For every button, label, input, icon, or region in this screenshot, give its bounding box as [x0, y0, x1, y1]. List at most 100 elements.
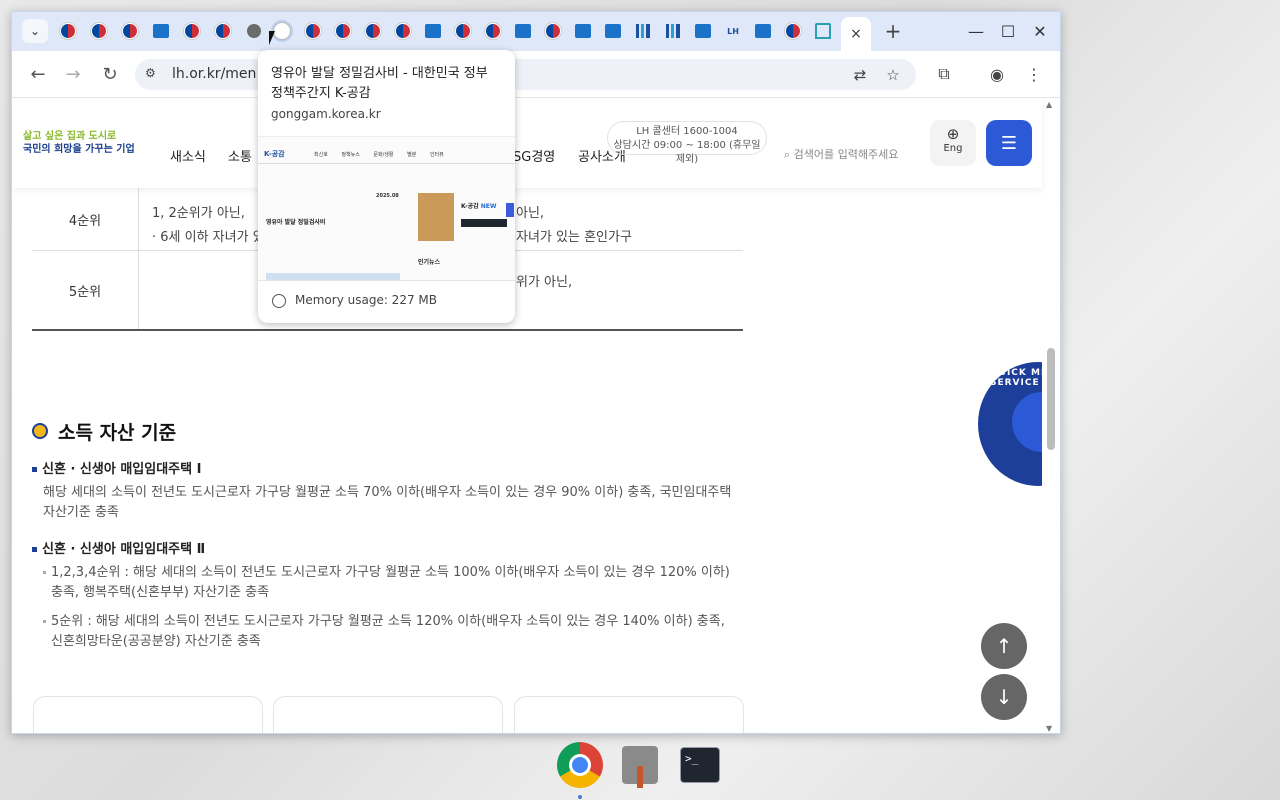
info-card[interactable]	[514, 696, 744, 733]
minimize-button[interactable]: —	[964, 20, 988, 42]
scroll-up-arrow-icon[interactable]: ▲	[1046, 100, 1052, 109]
lh-logo-icon: LH	[727, 26, 739, 36]
terminal-app[interactable]: >_	[675, 740, 725, 790]
tab-home[interactable]	[812, 20, 834, 42]
scroll-up-button[interactable]: ↑	[981, 623, 1027, 669]
bookmark-star-icon[interactable]: ☆	[883, 65, 903, 85]
tab-gov[interactable]	[212, 20, 234, 42]
dev-tool-icon	[622, 746, 658, 788]
item1-text: 해당 세대의 소득이 전년도 도시근로자 가구당 월평균 소득 70% 이하(배…	[43, 485, 732, 520]
logo-line1: 살고 싶은 집과 도시로	[23, 131, 117, 142]
hover-card-memory: Memory usage: 227 MB	[295, 293, 437, 307]
call-center-number: LH 콜센터 1600-1004	[636, 126, 738, 137]
info-card[interactable]	[33, 696, 263, 733]
scroll-down-arrow-icon[interactable]: ▼	[1046, 724, 1052, 733]
globe-icon: ⊕	[946, 125, 960, 143]
tab-gov[interactable]	[362, 20, 384, 42]
browser-toolbar: ← → ↻ ⚙ lh.or.kr/men ⇄ ☆ ⧉ ◉ ⋮	[12, 51, 1060, 98]
info-card[interactable]	[273, 696, 503, 733]
tab-gov[interactable]	[782, 20, 804, 42]
site-info-icon[interactable]: ⚙	[145, 66, 161, 82]
tab-gov[interactable]	[452, 20, 474, 42]
reload-button[interactable]: ↻	[98, 62, 122, 86]
forward-button[interactable]: →	[61, 62, 85, 86]
page-content: 살고 싶은 집과 도시로 국민의 희망을 가꾸는 기업 새소식 소통 SG경영 …	[12, 98, 1060, 733]
tab-blue[interactable]	[512, 20, 534, 42]
tab-search-button[interactable]: ⌄	[22, 19, 48, 43]
active-tab[interactable]: ×	[841, 17, 871, 51]
menu-dots-icon[interactable]: ⋮	[1022, 62, 1046, 86]
profile-icon[interactable]: ◉	[985, 62, 1009, 86]
tab-blue[interactable]	[422, 20, 444, 42]
korea-gov-icon	[395, 23, 411, 39]
blue-site-icon	[153, 24, 169, 38]
rank-cell: 5순위	[32, 251, 139, 329]
translate-icon[interactable]: ⇄	[850, 65, 870, 85]
tab-gov[interactable]	[88, 20, 110, 42]
nav-esg[interactable]: SG경영	[513, 146, 555, 165]
tab-globe[interactable]	[243, 20, 265, 42]
scroll-thumb[interactable]	[1047, 348, 1055, 450]
language-button[interactable]: ⊕ Eng	[930, 120, 976, 166]
close-tab-icon[interactable]: ×	[850, 26, 862, 42]
close-window-button[interactable]: ✕	[1028, 20, 1052, 42]
globe-icon	[247, 24, 261, 38]
item2-title: 신혼 · 신생아 매입임대주택 Ⅱ	[32, 538, 205, 557]
rank-cell: 4순위	[32, 188, 139, 250]
tab-gov[interactable]	[482, 20, 504, 42]
tab-blue[interactable]	[692, 20, 714, 42]
page-scrollbar[interactable]: ▲ ▼	[1042, 98, 1060, 733]
item2-bullet: 5순위 : 해당 세대의 소득이 전년도 도시근로자 가구당 월평균 소득 12…	[43, 612, 733, 652]
nav-news[interactable]: 새소식	[170, 146, 206, 165]
tab-gov[interactable]	[392, 20, 414, 42]
section-title-dot-icon	[32, 423, 48, 439]
nav-communication[interactable]: 소통	[228, 146, 252, 165]
site-header: 살고 싶은 집과 도시로 국민의 희망을 가꾸는 기업 새소식 소통 SG경영 …	[12, 98, 1042, 188]
tab-gov[interactable]	[119, 20, 141, 42]
site-menu-button[interactable]: ☰	[986, 120, 1032, 166]
tab-blue[interactable]	[150, 20, 172, 42]
terminal-icon: >_	[680, 747, 720, 783]
new-tab-button[interactable]: +	[882, 19, 904, 43]
tab-lh[interactable]: LH	[722, 20, 744, 42]
korea-gov-icon	[455, 23, 471, 39]
tab-gov[interactable]	[181, 20, 203, 42]
cell-text: 자녀가 있는 혼인가구	[516, 230, 632, 245]
chrome-icon	[557, 742, 603, 788]
bars-site-icon	[636, 24, 650, 38]
korea-gov-icon	[184, 23, 200, 39]
search-input[interactable]: 검색어를 입력해주세요	[794, 148, 899, 161]
section-title: 소득 자산 기준	[58, 422, 177, 444]
language-label: Eng	[943, 143, 963, 154]
back-button[interactable]: ←	[26, 62, 50, 86]
tab-strip: ⌄ LH × + — ☐ ✕	[12, 12, 1060, 51]
tab-gov[interactable]	[57, 20, 79, 42]
home-icon	[815, 23, 831, 39]
square-bullet-icon	[32, 547, 37, 552]
cell-text: 아닌,	[516, 206, 545, 221]
tab-blue[interactable]	[602, 20, 624, 42]
scroll-down-button[interactable]: ↓	[981, 674, 1027, 720]
tab-bars[interactable]	[662, 20, 684, 42]
tab-blue[interactable]	[572, 20, 594, 42]
url-text[interactable]: lh.or.kr/men	[172, 66, 256, 82]
lh-logo[interactable]: 살고 싶은 집과 도시로 국민의 희망을 가꾸는 기업	[23, 130, 153, 156]
tab-blue[interactable]	[752, 20, 774, 42]
preview-image	[266, 273, 400, 280]
tab-gov[interactable]	[332, 20, 354, 42]
tab-bars[interactable]	[632, 20, 654, 42]
chrome-app[interactable]	[555, 740, 605, 790]
address-bar[interactable]: ⚙ lh.or.kr/men ⇄ ☆	[135, 59, 916, 90]
korea-gov-icon	[545, 23, 561, 39]
dev-app[interactable]	[615, 740, 665, 790]
korea-gov-icon	[122, 23, 138, 39]
preview-side-tab	[506, 203, 514, 217]
extensions-icon[interactable]: ⧉	[932, 62, 956, 86]
maximize-button[interactable]: ☐	[996, 20, 1020, 42]
tab-gov[interactable]	[542, 20, 564, 42]
tab-gov[interactable]	[302, 20, 324, 42]
site-search[interactable]: ⌕ 검색어를 입력해주세요	[784, 146, 898, 162]
square-bullet-icon	[32, 467, 37, 472]
korea-gov-icon	[785, 23, 801, 39]
korea-gov-icon	[335, 23, 351, 39]
